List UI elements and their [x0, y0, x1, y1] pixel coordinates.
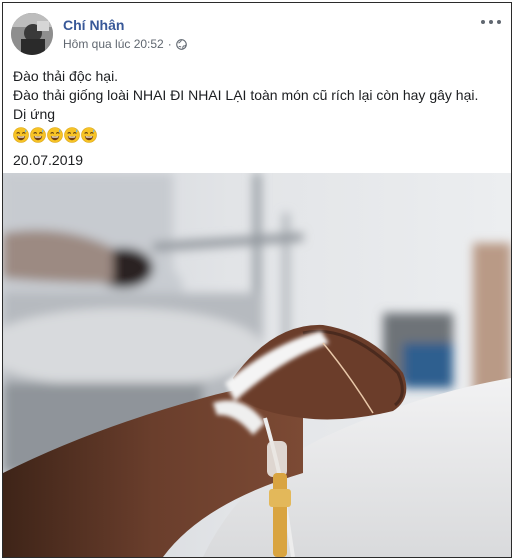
post-timestamp[interactable]: Hôm qua lúc 20:52 [63, 37, 164, 51]
post-text: Đào thải độc hại. Đào thải giống loài NH… [13, 67, 501, 170]
grinning-sweat-emoji [64, 126, 80, 143]
post-line-3: Dị ứng [13, 106, 56, 122]
post-date-text: 20.07.2019 [13, 152, 84, 168]
meta-separator: · [167, 37, 172, 51]
author-name[interactable]: Chí Nhân [63, 17, 124, 33]
globe-icon [175, 38, 187, 50]
avatar-image [11, 13, 53, 55]
post-photo[interactable] [3, 173, 511, 557]
emoji-row [13, 125, 501, 144]
post-line-2: Đào thải giống loài NHAI ĐI NHAI LẠI toà… [13, 87, 479, 103]
more-options-icon[interactable] [481, 15, 501, 29]
grinning-sweat-emoji [47, 126, 63, 143]
grinning-sweat-emoji [13, 126, 29, 143]
grinning-sweat-emoji [30, 126, 46, 143]
grinning-sweat-emoji [81, 126, 97, 143]
hospital-iv-photo [3, 173, 511, 557]
post-meta: Hôm qua lúc 20:52 · [63, 37, 187, 51]
post-card: Chí Nhân Hôm qua lúc 20:52 · Đào thải độ… [2, 2, 512, 558]
avatar[interactable] [11, 13, 53, 55]
post-header: Chí Nhân Hôm qua lúc 20:52 · [11, 13, 503, 57]
post-line-1: Đào thải độc hại. [13, 68, 119, 84]
